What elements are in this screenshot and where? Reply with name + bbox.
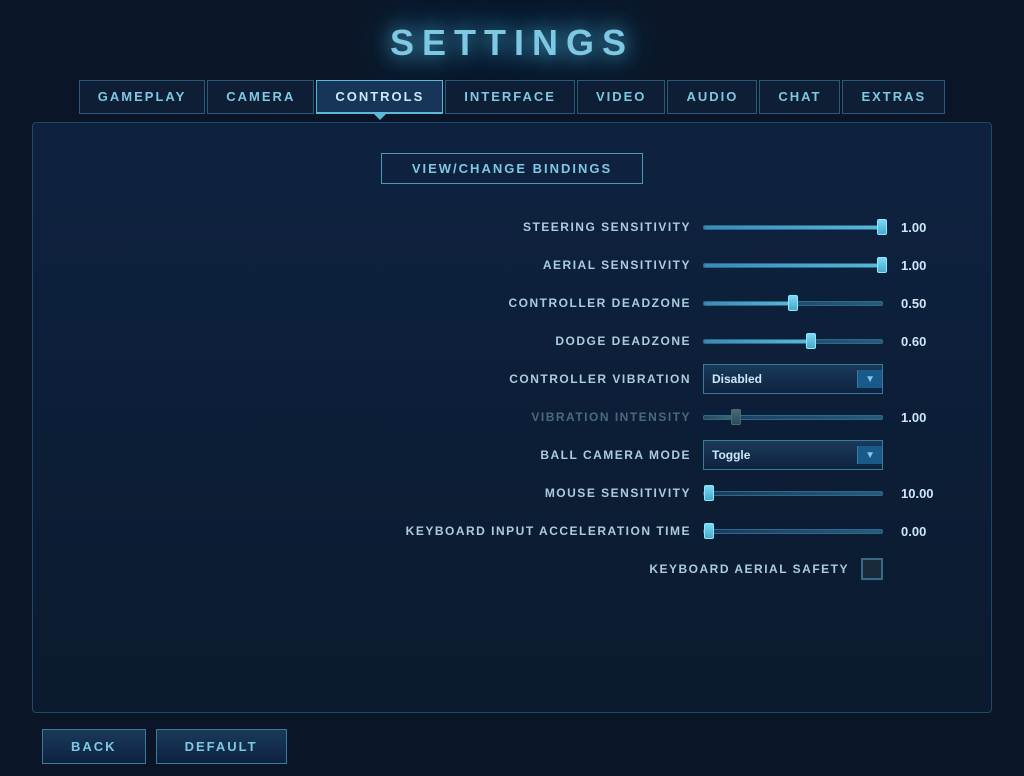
table-row: AERIAL SENSITIVITY 1.00 [73,250,951,280]
aerial-sensitivity-label: AERIAL SENSITIVITY [371,258,691,272]
keyboard-input-acceleration-value: 0.00 [901,524,951,539]
keyboard-aerial-safety-label: KEYBOARD AERIAL SAFETY [529,562,849,576]
controller-vibration-label: CONTROLLER VIBRATION [371,372,691,386]
tab-gameplay[interactable]: GAMEPLAY [79,80,205,114]
main-panel: VIEW/CHANGE BINDINGS STEERING SENSITIVIT… [32,122,992,713]
page-title: SETTINGS [390,0,634,80]
ball-camera-mode-dropdown-value: Toggle [712,448,750,462]
vibration-intensity-value: 1.00 [901,410,951,425]
keyboard-input-acceleration-label: KEYBOARD INPUT ACCELERATION TIME [371,524,691,538]
controller-vibration-dropdown-value: Disabled [712,372,762,386]
tab-chat[interactable]: CHAT [759,80,840,114]
ball-camera-mode-label: BALL CAMERA MODE [371,448,691,462]
table-row: MOUSE SENSITIVITY 10.00 [73,478,951,508]
vibration-intensity-slider [703,408,883,426]
mouse-sensitivity-value: 10.00 [901,486,951,501]
mouse-sensitivity-slider[interactable] [703,484,883,502]
default-button[interactable]: DEFAULT [156,729,287,764]
tab-audio[interactable]: AUDIO [667,80,757,114]
table-row: KEYBOARD INPUT ACCELERATION TIME 0.00 [73,516,951,546]
aerial-sensitivity-value: 1.00 [901,258,951,273]
dodge-deadzone-slider[interactable] [703,332,883,350]
steering-sensitivity-slider[interactable] [703,218,883,236]
tab-interface[interactable]: INTERFACE [445,80,575,114]
view-change-bindings-button[interactable]: VIEW/CHANGE BINDINGS [381,153,643,184]
table-row: KEYBOARD AERIAL SAFETY [73,554,951,584]
tab-camera[interactable]: CAMERA [207,80,314,114]
table-row: DODGE DEADZONE 0.60 [73,326,951,356]
back-button[interactable]: BACK [42,729,146,764]
settings-grid: STEERING SENSITIVITY 1.00 AERIAL SENSITI… [73,212,951,584]
dodge-deadzone-label: DODGE DEADZONE [371,334,691,348]
tabs-row: GAMEPLAY CAMERA CONTROLS INTERFACE VIDEO… [79,80,945,114]
bottom-buttons: BACK DEFAULT [32,713,992,776]
controller-deadzone-value: 0.50 [901,296,951,311]
controller-vibration-dropdown[interactable]: Disabled ▼ [703,364,883,394]
tab-video[interactable]: VIDEO [577,80,665,114]
keyboard-aerial-safety-checkbox[interactable] [861,558,883,580]
controller-vibration-dropdown-arrow[interactable]: ▼ [857,370,882,388]
vibration-intensity-label: VIBRATION INTENSITY [371,410,691,424]
ball-camera-mode-dropdown[interactable]: Toggle ▼ [703,440,883,470]
table-row: CONTROLLER DEADZONE 0.50 [73,288,951,318]
table-row: VIBRATION INTENSITY 1.00 [73,402,951,432]
table-row: STEERING SENSITIVITY 1.00 [73,212,951,242]
steering-sensitivity-label: STEERING SENSITIVITY [371,220,691,234]
keyboard-input-acceleration-slider[interactable] [703,522,883,540]
tab-controls[interactable]: CONTROLS [316,80,443,114]
aerial-sensitivity-slider[interactable] [703,256,883,274]
tab-extras[interactable]: EXTRAS [842,80,945,114]
controller-deadzone-label: CONTROLLER DEADZONE [371,296,691,310]
table-row: CONTROLLER VIBRATION Disabled ▼ [73,364,951,394]
mouse-sensitivity-label: MOUSE SENSITIVITY [371,486,691,500]
controller-deadzone-slider[interactable] [703,294,883,312]
ball-camera-mode-dropdown-arrow[interactable]: ▼ [857,446,882,464]
steering-sensitivity-value: 1.00 [901,220,951,235]
table-row: BALL CAMERA MODE Toggle ▼ [73,440,951,470]
dodge-deadzone-value: 0.60 [901,334,951,349]
